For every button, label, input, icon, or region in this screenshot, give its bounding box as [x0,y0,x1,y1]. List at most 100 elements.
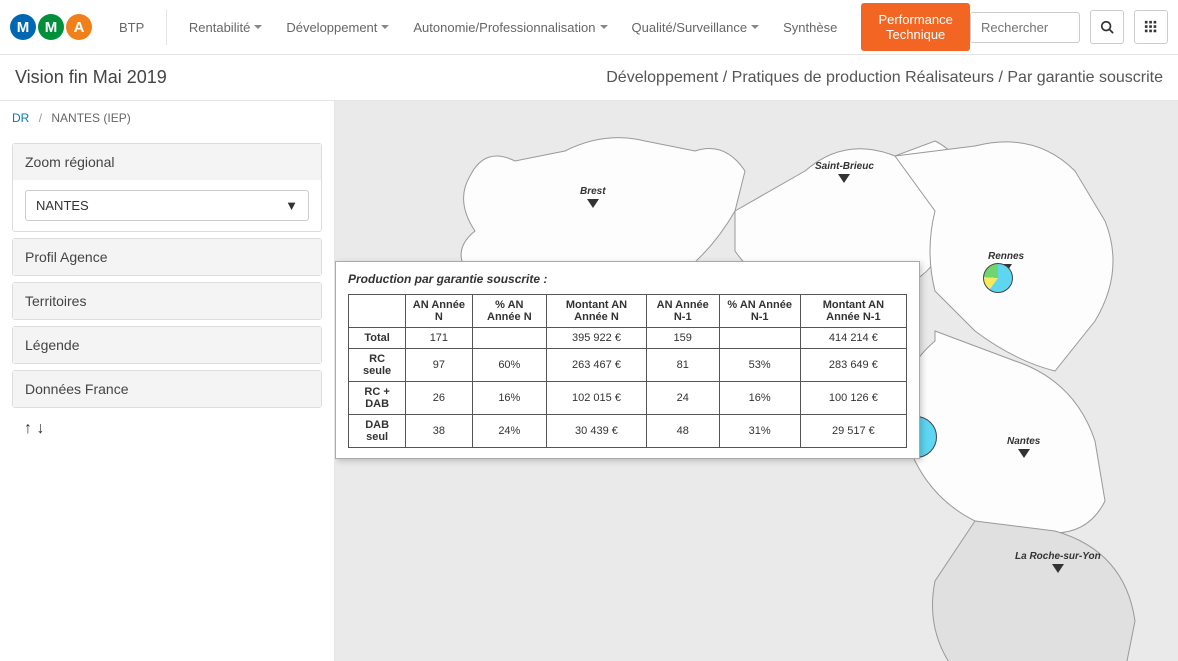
search-input[interactable] [970,12,1080,43]
panel-head-profil[interactable]: Profil Agence [13,239,321,275]
search-icon [1100,20,1114,34]
table-cell: 24% [472,415,547,448]
table-row: RC seule9760%263 467 €8153%283 649 € [349,349,907,382]
logo-letter: M [10,14,36,40]
breadcrumb-current: NANTES (IEP) [51,111,130,125]
table-cell: 263 467 € [547,349,647,382]
table-cell: 414 214 € [800,328,906,349]
production-table: AN Année N % AN Année N Montant AN Année… [348,294,907,448]
table-row: DAB seul3824%30 439 €4831%29 517 € [349,415,907,448]
brand-logo: M M A [10,14,92,40]
table-header-row: AN Année N % AN Année N Montant AN Année… [349,295,907,328]
nav-synthese[interactable]: Synthèse [771,12,849,43]
table-cell: 97 [406,349,472,382]
table-cell: 81 [646,349,719,382]
table-cell: 38 [406,415,472,448]
table-cell: 26 [406,382,472,415]
logo-letter: M [38,14,64,40]
chevron-down-icon: ▼ [285,198,298,213]
table-header: Montant AN Année N-1 [800,295,906,328]
panel-zoom-regional: Zoom régional NANTES ▼ [12,143,322,232]
table-header: % AN Année N-1 [719,295,800,328]
table-cell: 395 922 € [547,328,647,349]
city-marker-icon [1018,449,1030,458]
search-button[interactable] [1090,10,1124,44]
vision-title: Vision fin Mai 2019 [15,67,167,88]
panel-head-territoires[interactable]: Territoires [13,283,321,319]
city-nantes: Nantes [1007,436,1040,458]
nav-qualite[interactable]: Qualité/Surveillance [620,12,772,43]
row-label: DAB seul [349,415,406,448]
table-cell: 102 015 € [547,382,647,415]
grid-icon [1144,20,1158,34]
nav-divider [166,10,167,45]
nav-btp[interactable]: BTP [107,12,156,43]
topbar-right [970,10,1168,44]
table-cell [472,328,547,349]
top-navbar: M M A BTP Rentabilité Développement Auto… [0,0,1178,55]
performance-technique-button[interactable]: Performance Technique [861,3,970,51]
main-content: DR / NANTES (IEP) Zoom régional NANTES ▼… [0,101,1178,661]
table-cell: 171 [406,328,472,349]
table-header: AN Année N-1 [646,295,719,328]
table-cell: 159 [646,328,719,349]
table-cell: 100 126 € [800,382,906,415]
breadcrumb-dr-link[interactable]: DR [12,111,29,125]
logo-letter: A [66,14,92,40]
primary-nav: BTP Rentabilité Développement Autonomie/… [107,3,970,51]
region-select[interactable]: NANTES ▼ [25,190,309,221]
city-saint-brieuc: Saint-Brieuc [815,161,874,183]
table-cell: 53% [719,349,800,382]
city-brest: Brest [580,186,606,208]
sidebar: DR / NANTES (IEP) Zoom régional NANTES ▼… [0,101,335,661]
panel-head-donnees[interactable]: Données France [13,371,321,407]
pie-chart-rennes[interactable] [983,263,1013,293]
table-row: RC + DAB2616%102 015 €2416%100 126 € [349,382,907,415]
table-cell: 24 [646,382,719,415]
panel-profil-agence: Profil Agence [12,238,322,276]
breadcrumb-separator: / [39,111,42,125]
table-cell: 60% [472,349,547,382]
region-select-value: NANTES [36,198,89,213]
chevron-down-icon [254,25,262,29]
tooltip-title: Production par garantie souscrite : [348,272,907,286]
breadcrumb: DR / NANTES (IEP) [12,111,322,125]
table-cell: 31% [719,415,800,448]
tooltip-production: Production par garantie souscrite : AN A… [335,261,920,459]
table-cell: 16% [719,382,800,415]
panel-legende: Légende [12,326,322,364]
nav-autonomie[interactable]: Autonomie/Professionnalisation [401,12,619,43]
sort-arrows[interactable]: ↑ ↓ [12,414,322,444]
table-header: AN Année N [406,295,472,328]
row-label: RC seule [349,349,406,382]
chevron-down-icon [381,25,389,29]
table-header: % AN Année N [472,295,547,328]
panel-body-zoom: NANTES ▼ [13,180,321,231]
table-row: Total171 395 922 €159 414 214 € [349,328,907,349]
panel-head-zoom[interactable]: Zoom régional [13,144,321,180]
city-la-roche: La Roche-sur-Yon [1015,551,1101,573]
nav-rentabilite[interactable]: Rentabilité [177,12,274,43]
table-cell [719,328,800,349]
table-cell: 29 517 € [800,415,906,448]
chevron-down-icon [751,25,759,29]
table-header: Montant AN Année N [547,295,647,328]
nav-developpement[interactable]: Développement [274,12,401,43]
city-marker-icon [838,174,850,183]
table-cell: 48 [646,415,719,448]
table-cell: 16% [472,382,547,415]
panel-territoires: Territoires [12,282,322,320]
breadcrumb-path: Développement / Pratiques de production … [606,69,1163,87]
panel-head-legende[interactable]: Légende [13,327,321,363]
table-cell: 30 439 € [547,415,647,448]
city-marker-icon [587,199,599,208]
sub-header: Vision fin Mai 2019 Développement / Prat… [0,55,1178,101]
city-marker-icon [1052,564,1064,573]
map-area[interactable]: Brest Saint-Brieuc Rennes Nantes La Roch… [335,101,1178,661]
table-cell: 283 649 € [800,349,906,382]
grid-view-button[interactable] [1134,10,1168,44]
row-label: Total [349,328,406,349]
chevron-down-icon [600,25,608,29]
panel-donnees-france: Données France [12,370,322,408]
row-label: RC + DAB [349,382,406,415]
